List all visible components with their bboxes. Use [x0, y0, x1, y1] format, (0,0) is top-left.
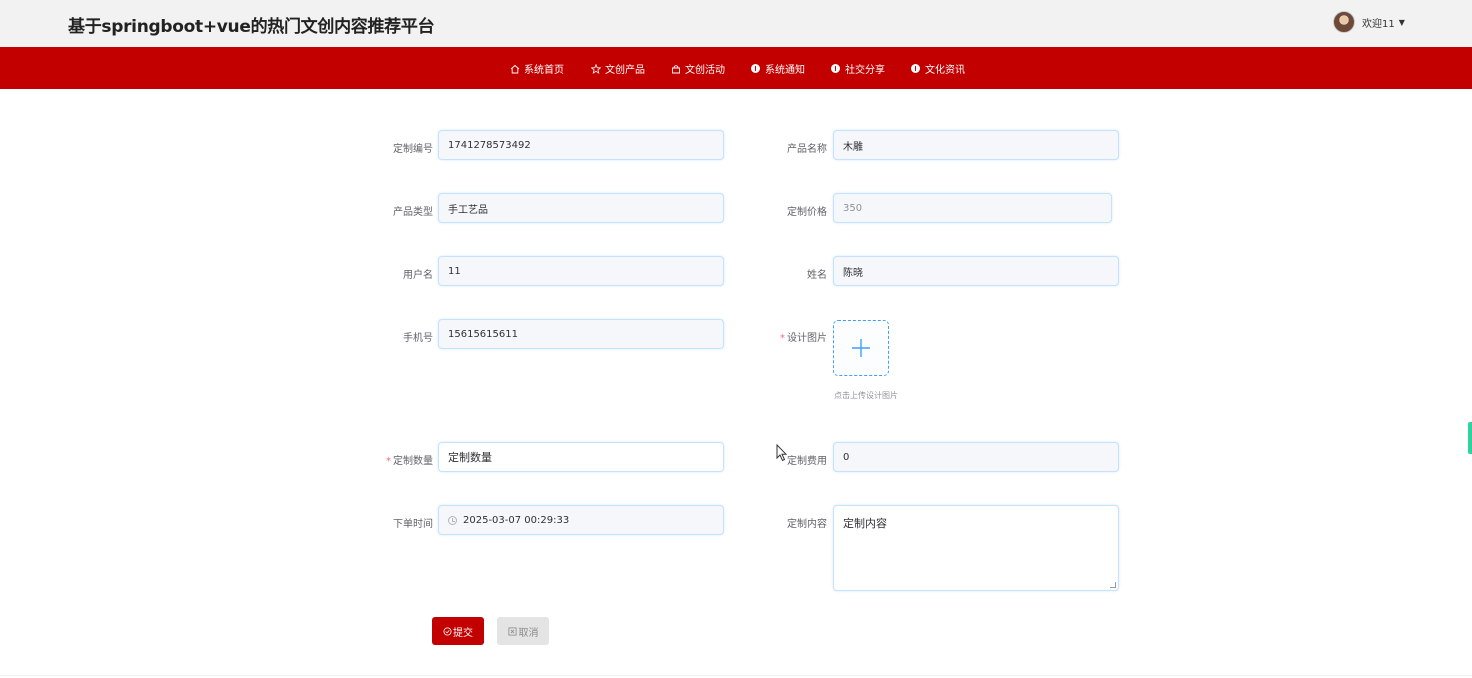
product-type-value: 手工艺品 — [448, 204, 488, 216]
nav-label: 系统通知 — [765, 65, 805, 76]
design-image-label-text: 设计图片 — [787, 333, 827, 344]
quantity-label: * 定制数量 — [376, 452, 433, 467]
username-field[interactable]: 11 — [438, 256, 724, 286]
design-image-label: * 设计图片 — [770, 329, 827, 344]
fee-field[interactable]: 0 — [833, 442, 1119, 472]
info-icon — [911, 64, 920, 73]
resize-handle-icon[interactable] — [1110, 582, 1116, 588]
product-type-label: 产品类型 — [393, 207, 433, 218]
nav-item-activities[interactable]: 文创活动 — [671, 61, 725, 76]
nav-label: 文创产品 — [605, 65, 645, 76]
design-image-uploader[interactable] — [833, 320, 889, 376]
name-field[interactable]: 陈晓 — [833, 256, 1119, 286]
username-value: 11 — [448, 265, 461, 277]
name-label: 姓名 — [807, 270, 827, 281]
product-type-field[interactable]: 手工艺品 — [438, 193, 724, 223]
order-time-field[interactable]: 2025-03-07 00:29:33 — [438, 505, 724, 535]
cancel-label: 取消 — [518, 627, 539, 639]
content-textarea[interactable]: 定制内容 — [833, 505, 1119, 591]
side-drawer-tab[interactable] — [1468, 422, 1472, 454]
nav-item-home[interactable]: 系统首页 — [510, 61, 564, 76]
info-icon — [831, 64, 840, 73]
info-icon — [751, 64, 760, 73]
order-time-label: 下单时间 — [393, 519, 433, 530]
required-mark: * — [780, 333, 785, 344]
product-name-value: 木雕 — [843, 141, 863, 153]
username-label: 用户名 — [403, 270, 433, 281]
site-title: 基于springboot+vue的热门文创内容推荐平台 — [68, 17, 435, 37]
bag-icon — [672, 64, 680, 73]
product-name-field[interactable]: 木雕 — [833, 130, 1119, 160]
check-circle-icon — [443, 626, 452, 636]
phone-label: 手机号 — [403, 333, 433, 344]
plus-icon — [852, 339, 870, 357]
mouse-pointer-icon — [776, 444, 788, 462]
caret-down-icon[interactable]: ▼ — [1399, 18, 1405, 27]
name-value: 陈晓 — [843, 267, 863, 279]
required-mark: * — [386, 456, 391, 467]
custom-price-label: 定制价格 — [787, 207, 827, 218]
nav-label: 文创活动 — [685, 65, 725, 76]
content-label: 定制内容 — [787, 519, 827, 530]
quantity-input[interactable]: 定制数量 — [438, 442, 724, 472]
phone-value: 15615615611 — [448, 328, 518, 340]
content-value: 定制内容 — [843, 517, 887, 530]
order-time-value: 2025-03-07 00:29:33 — [463, 514, 570, 526]
nav-item-notices[interactable]: 系统通知 — [751, 61, 805, 76]
nav-item-products[interactable]: 文创产品 — [591, 61, 645, 76]
quantity-placeholder: 定制数量 — [448, 451, 492, 464]
order-no-value: 1741278573492 — [448, 139, 531, 151]
order-no-label: 定制编号 — [393, 144, 433, 155]
home-icon — [510, 64, 520, 73]
star-icon — [591, 63, 601, 74]
submit-button[interactable]: 提交 — [432, 617, 484, 645]
nav-item-social[interactable]: 社交分享 — [831, 61, 885, 76]
quantity-label-text: 定制数量 — [393, 456, 433, 467]
nav-label: 文化资讯 — [925, 65, 965, 76]
footer-divider — [0, 675, 1472, 676]
user-menu[interactable]: 欢迎11 ▼ — [1333, 10, 1405, 34]
product-name-label: 产品名称 — [787, 144, 827, 155]
clock-icon — [448, 515, 457, 525]
main-nav: 系统首页 文创产品 文创活动 系统通知 社交分享 文化资讯 — [0, 47, 1472, 89]
avatar[interactable] — [1333, 11, 1355, 33]
order-no-field[interactable]: 1741278573492 — [438, 130, 724, 160]
nav-label: 社交分享 — [845, 65, 885, 76]
nav-item-news[interactable]: 文化资讯 — [911, 61, 965, 76]
submit-label: 提交 — [453, 627, 473, 639]
custom-price-value: 350 — [843, 202, 863, 214]
cancel-button[interactable]: 取消 — [497, 617, 549, 645]
top-header: 基于springboot+vue的热门文创内容推荐平台 欢迎11 ▼ — [0, 0, 1472, 47]
welcome-text: 欢迎11 — [1362, 18, 1395, 30]
phone-field[interactable]: 15615615611 — [438, 319, 724, 349]
upload-tip: 点击上传设计图片 — [834, 391, 898, 400]
close-square-icon — [507, 626, 517, 636]
fee-value: 0 — [843, 451, 850, 463]
custom-price-field[interactable]: 350 — [833, 193, 1112, 223]
nav-label: 系统首页 — [524, 65, 564, 76]
